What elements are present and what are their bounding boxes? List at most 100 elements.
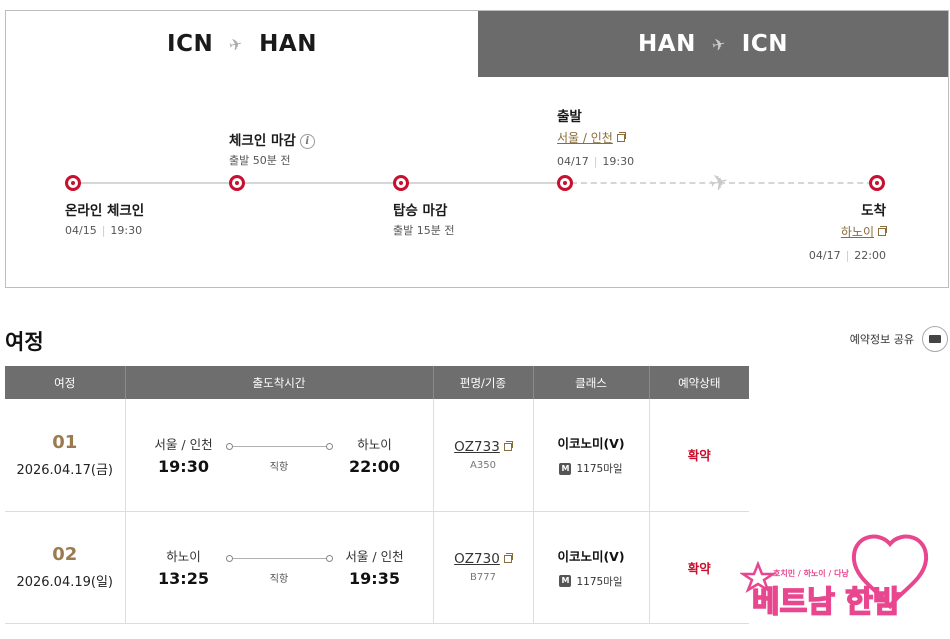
table-header-row: 여정 출도착시간 편명/기종 클래스 예약상태: [5, 366, 749, 399]
route-line: 직항: [225, 550, 333, 585]
booking-class: 이코노미(V): [557, 548, 625, 564]
tab-return-to: ICN: [741, 31, 788, 57]
departure-point: 서울 / 인천 19:30: [146, 434, 222, 476]
departure-time: 19:30: [158, 456, 209, 476]
timeline-dot-boarding-close: [393, 175, 409, 191]
stage-time: 22:00: [854, 248, 886, 262]
stage-title: 출발: [557, 109, 582, 125]
aircraft-type: A350: [470, 459, 496, 471]
plane-icon: ✈: [710, 33, 728, 55]
table-row: 01 2026.04.17(금) 서울 / 인천 19:30 직항 하노이 22…: [5, 399, 749, 512]
col-header: 출도착시간: [124, 366, 433, 399]
stage-title-text: 체크인 마감: [229, 133, 296, 149]
mail-icon[interactable]: [922, 326, 948, 352]
col-header: 여정: [5, 366, 125, 399]
route-type: 직항: [269, 574, 289, 585]
stage-time: 19:30: [602, 154, 635, 168]
table-row: 02 2026.04.19(일) 하노이 13:25 직항 서울 / 인천 19…: [5, 511, 749, 624]
segment-date: 2026.04.19(일): [16, 575, 114, 590]
seq-cell: 01 2026.04.17(금): [5, 399, 125, 512]
tab-return-from: HAN: [638, 31, 696, 57]
logo-wordmark: 베트남 한밤: [752, 585, 901, 620]
mileage-icon: M: [559, 575, 572, 587]
col-header: 편명/기종: [432, 366, 533, 399]
stage-departure: 출발 서울 / 인천 04/17 | 19:30: [557, 107, 634, 170]
tab-return[interactable]: HAN ✈ ICN: [478, 11, 948, 77]
stage-arrival: 도착 하노이 04/17 | 22:00: [808, 201, 887, 264]
stage-date: 04/17: [557, 154, 589, 168]
flight-cell: OZ730 B777: [432, 511, 533, 624]
route-type: 직항: [269, 461, 289, 473]
mileage-value: 1175마일: [576, 463, 623, 476]
flight-cell: OZ733 A350: [432, 399, 533, 512]
plane-icon: ✈: [227, 33, 245, 55]
timeline-dot-departure: [557, 175, 573, 191]
arrival-point: 하노이 22:00: [337, 434, 413, 476]
stage-datetime: 04/15 | 19:30: [65, 224, 143, 238]
col-header: 클래스: [532, 366, 649, 399]
share-label: 예약정보 공유: [849, 333, 914, 346]
arrival-city: 서울 / 인천: [345, 549, 404, 564]
arrival-time: 22:00: [349, 456, 400, 476]
info-icon[interactable]: i: [299, 134, 315, 149]
time-cell: 하노이 13:25 직항 서울 / 인천 19:35: [124, 511, 433, 624]
mileage-icon: M: [559, 462, 572, 475]
timeline-track-completed: [78, 182, 571, 184]
flight-number-link[interactable]: OZ730: [454, 551, 500, 567]
tab-outbound-to: HAN: [259, 31, 317, 57]
departure-time: 13:25: [158, 569, 209, 588]
stage-place-row: 하노이: [809, 223, 887, 242]
stage-datetime: 04/17 | 22:00: [808, 248, 886, 262]
route-line: 직항: [225, 438, 333, 473]
stage-title: 도착: [861, 203, 886, 219]
departure-city: 하노이: [166, 549, 201, 564]
mileage: M 1175마일: [534, 574, 649, 589]
stage-title: 체크인 마감 i: [229, 131, 315, 151]
stage-place-row: 서울 / 인천: [557, 129, 634, 148]
status-cell: 확약: [648, 511, 749, 624]
class-cell: 이코노미(V) M 1175마일: [532, 399, 649, 512]
time-cell: 서울 / 인천 19:30 직항 하노이 22:00: [124, 399, 433, 512]
external-link-icon[interactable]: [503, 440, 513, 451]
section-title: 여정: [5, 330, 44, 354]
stage-online-checkin: 온라인 체크인 04/15 | 19:30: [65, 201, 144, 240]
class-cell: 이코노미(V) M 1175마일: [532, 511, 649, 624]
stage-checkin-close: 체크인 마감 i 출발 50분 전: [229, 131, 315, 170]
stage-time: 19:30: [110, 224, 143, 238]
seq-cell: 02 2026.04.19(일): [5, 511, 125, 624]
site-logo: 호치민 / 하노이 / 다낭 베트남 한밤: [740, 534, 929, 621]
stage-boarding-close: 탑승 마감 출발 15분 전: [393, 201, 454, 240]
tab-outbound[interactable]: ICN ✈ HAN: [6, 11, 478, 77]
col-header: 예약상태: [648, 366, 749, 399]
stage-note: 출발 15분 전: [393, 224, 455, 238]
stage-date: 04/15: [65, 224, 97, 238]
departure-airport-link[interactable]: 서울 / 인천: [557, 131, 613, 145]
stage-note: 출발 50분 전: [229, 154, 291, 168]
arrival-point: 서울 / 인천 19:35: [337, 546, 413, 588]
segment-date: 2026.04.17(금): [16, 462, 114, 478]
mileage: M 1175마일: [534, 461, 649, 476]
arrival-airport-link[interactable]: 하노이: [841, 225, 874, 239]
external-link-icon[interactable]: [503, 553, 513, 563]
status-cell: 확약: [648, 399, 749, 512]
stage-title: 탑승 마감: [393, 203, 448, 219]
share-reservation[interactable]: 예약정보 공유: [850, 326, 948, 352]
status-badge: 확약: [687, 448, 711, 464]
stage-date: 04/17: [808, 248, 841, 262]
mileage-value: 1175마일: [576, 575, 623, 588]
stage-title: 온라인 체크인: [65, 203, 145, 219]
arrival-city: 하노이: [357, 436, 392, 452]
timeline-dot-online-checkin: [65, 175, 81, 191]
external-link-icon[interactable]: [616, 132, 626, 143]
status-badge: 확약: [687, 560, 711, 576]
stage-datetime: 04/17 | 19:30: [557, 154, 635, 168]
departure-point: 하노이 13:25: [146, 546, 222, 588]
flight-number-link[interactable]: OZ733: [454, 439, 500, 455]
booking-class: 이코노미(V): [557, 436, 625, 452]
arrival-time: 19:35: [349, 569, 400, 588]
logo-subtitle: 호치민 / 하노이 / 다낭: [773, 568, 850, 578]
timeline-dot-checkin-close: [229, 175, 245, 191]
timeline-dot-arrival: [869, 175, 885, 191]
route-panel: ICN ✈ HAN HAN ✈ ICN ✈ 온라인 체크인 04/15 | 19:3…: [5, 10, 949, 288]
external-link-icon[interactable]: [878, 226, 887, 237]
